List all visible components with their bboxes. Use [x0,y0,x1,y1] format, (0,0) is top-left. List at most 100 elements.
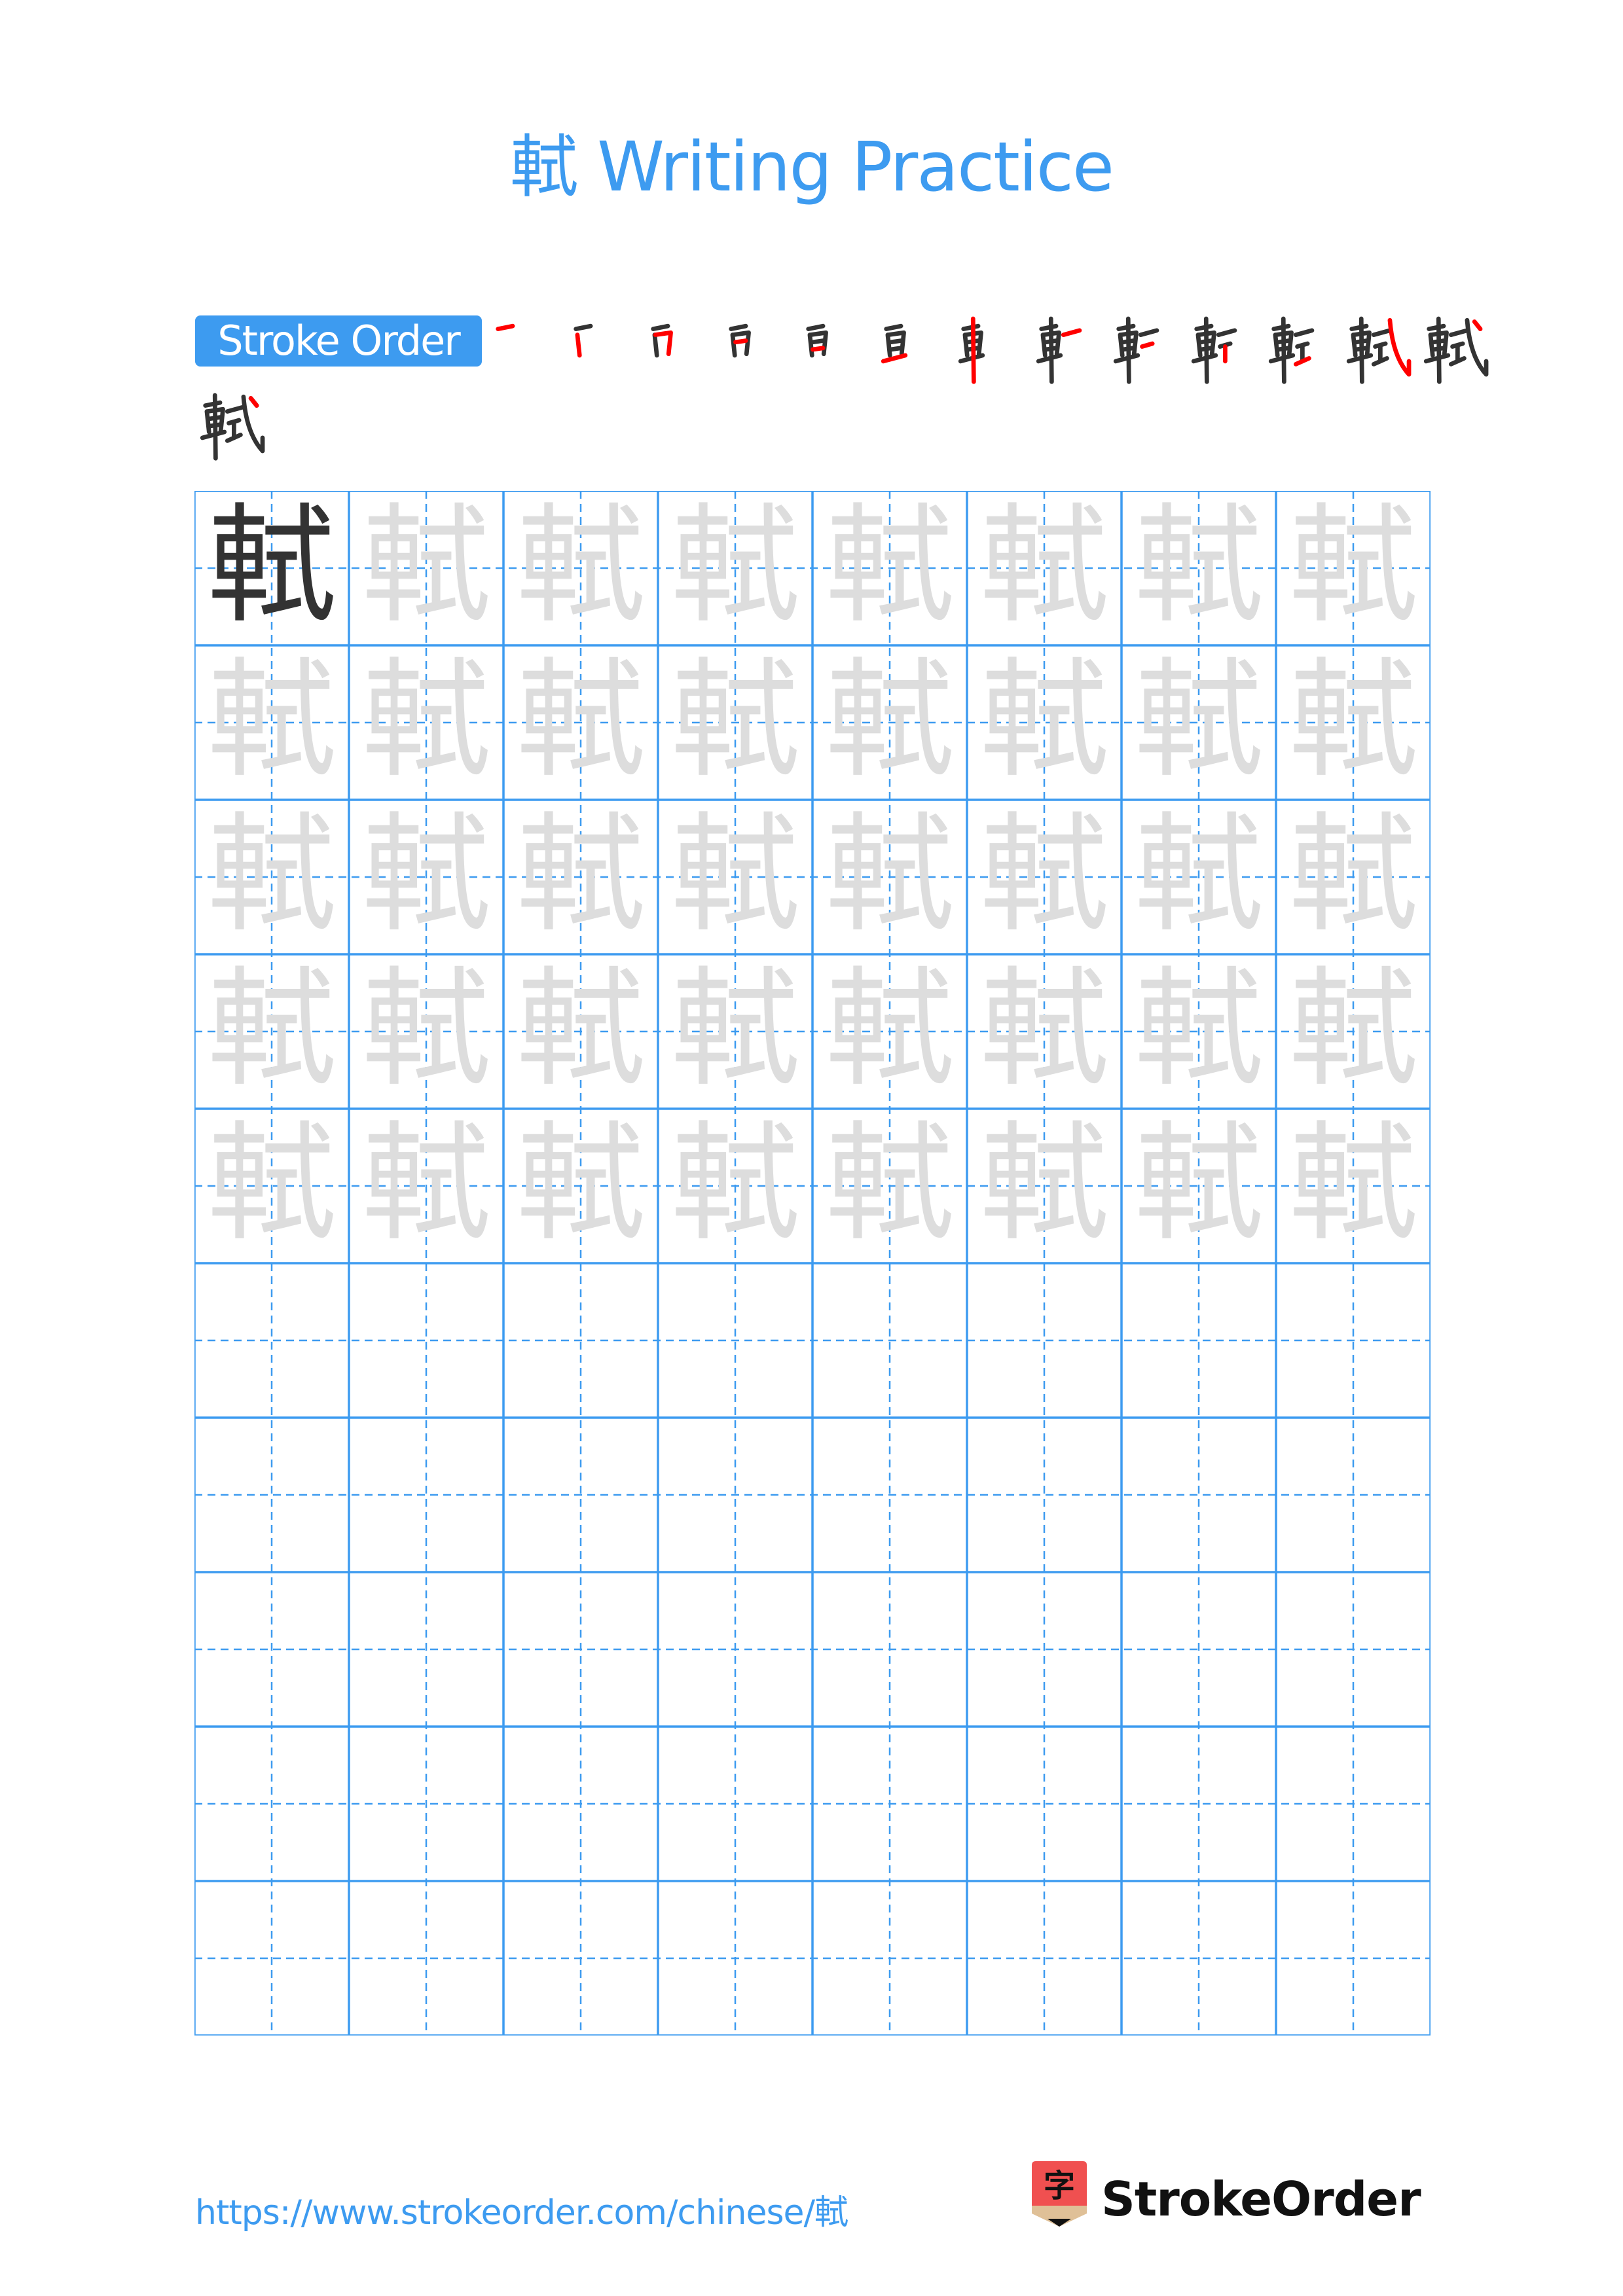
practice-cell[interactable] [1276,1881,1431,2036]
practice-cell[interactable] [194,1881,349,2036]
practice-cell[interactable] [1122,1881,1276,2036]
practice-cell[interactable]: 軾 [967,800,1122,954]
practice-cell[interactable]: 軾 [967,645,1122,800]
previous-stroke [1118,332,1125,358]
trace-character: 軾 [979,955,1108,1104]
practice-cell[interactable] [812,1572,967,1727]
practice-cell[interactable]: 軾 [812,645,967,800]
practice-cell[interactable] [349,1263,503,1418]
footer-url-link[interactable]: https://www.strokeorder.com/chinese/軾 [195,2185,848,2234]
practice-cell[interactable] [349,1572,503,1727]
trace-character: 軾 [825,646,954,795]
practice-cell[interactable]: 軾 [812,954,967,1109]
trace-character: 軾 [207,800,336,950]
practice-cell[interactable]: 軾 [812,491,967,645]
practice-cell[interactable]: 軾 [194,800,349,954]
practice-cell[interactable]: 軾 [194,491,349,645]
practice-cell[interactable]: 軾 [503,954,658,1109]
practice-cell[interactable] [503,1263,658,1418]
practice-cell[interactable]: 軾 [503,491,658,645]
trace-character: 軾 [1134,955,1263,1104]
practice-cell[interactable]: 軾 [349,954,503,1109]
practice-cell[interactable] [658,1263,812,1418]
practice-cell[interactable]: 軾 [194,954,349,1109]
practice-cell[interactable]: 軾 [503,1109,658,1263]
trace-character: 軾 [361,1109,490,1259]
trace-character: 軾 [361,492,490,641]
practice-cell[interactable] [812,1263,967,1418]
practice-cell[interactable]: 軾 [1122,954,1276,1109]
stroke-step-icon [728,323,751,358]
practice-cell[interactable] [812,1881,967,2036]
practice-cell[interactable] [349,1418,503,1572]
practice-cell[interactable] [967,1727,1122,1881]
current-stroke [1293,356,1311,367]
practice-cell[interactable] [658,1572,812,1727]
practice-cell[interactable]: 軾 [194,1109,349,1263]
practice-cell[interactable] [658,1881,812,2036]
previous-stroke [885,332,892,358]
model-character: 軾 [207,492,336,641]
stroke-order-frame [1419,313,1492,386]
trace-character: 軾 [1134,492,1263,641]
practice-cell[interactable]: 軾 [658,645,812,800]
practice-cell[interactable]: 軾 [658,491,812,645]
practice-cell[interactable] [967,1263,1122,1418]
practice-cell[interactable]: 軾 [967,954,1122,1109]
previous-stroke [1273,332,1280,358]
practice-cell[interactable]: 軾 [1276,1109,1431,1263]
practice-cell[interactable] [967,1881,1122,2036]
practice-cell[interactable]: 軾 [194,645,349,800]
previous-stroke [811,338,826,345]
practice-cell[interactable] [503,1418,658,1572]
practice-cell[interactable] [1122,1727,1276,1881]
practice-cell[interactable] [194,1572,349,1727]
practice-cell[interactable]: 軾 [812,1109,967,1263]
practice-cell[interactable]: 軾 [1122,645,1276,800]
practice-cell[interactable] [1122,1263,1276,1418]
trace-character: 軾 [979,492,1108,641]
stroke-order-frame [876,313,949,386]
practice-cell[interactable]: 軾 [812,800,967,954]
practice-cell[interactable]: 軾 [1122,800,1276,954]
practice-cell[interactable]: 軾 [658,1109,812,1263]
practice-cell[interactable]: 軾 [1122,491,1276,645]
practice-cell[interactable]: 軾 [1276,954,1431,1109]
practice-cell[interactable] [1276,1572,1431,1727]
practice-cell[interactable] [1276,1418,1431,1572]
practice-cell[interactable]: 軾 [967,1109,1122,1263]
practice-cell[interactable] [194,1263,349,1418]
practice-cell[interactable]: 軾 [658,954,812,1109]
practice-cell[interactable] [967,1418,1122,1572]
practice-cell[interactable] [1122,1418,1276,1572]
stroke-order-frame [1341,313,1415,386]
practice-cell[interactable] [503,1881,658,2036]
practice-cell[interactable] [503,1572,658,1727]
practice-cell[interactable]: 軾 [503,800,658,954]
practice-cell[interactable] [194,1418,349,1572]
practice-cell[interactable] [658,1418,812,1572]
practice-cell[interactable]: 軾 [1276,491,1431,645]
practice-cell[interactable] [812,1727,967,1881]
practice-cell[interactable]: 軾 [349,800,503,954]
practice-cell[interactable]: 軾 [349,1109,503,1263]
practice-cell[interactable] [503,1727,658,1881]
practice-cell[interactable]: 軾 [1276,800,1431,954]
practice-cell[interactable] [1122,1572,1276,1727]
practice-cell[interactable] [1276,1727,1431,1881]
practice-cell[interactable]: 軾 [658,800,812,954]
practice-cell[interactable]: 軾 [503,645,658,800]
practice-cell[interactable]: 軾 [1122,1109,1276,1263]
previous-stroke [1293,328,1315,337]
practice-cell[interactable] [1276,1263,1431,1418]
practice-cell[interactable] [349,1727,503,1881]
practice-cell[interactable]: 軾 [349,645,503,800]
practice-cell[interactable]: 軾 [349,491,503,645]
practice-cell[interactable] [658,1727,812,1881]
practice-cell[interactable]: 軾 [1276,645,1431,800]
practice-cell[interactable] [349,1881,503,2036]
practice-cell[interactable] [812,1418,967,1572]
practice-cell[interactable] [967,1572,1122,1727]
practice-cell[interactable] [194,1727,349,1881]
practice-cell[interactable]: 軾 [967,491,1122,645]
